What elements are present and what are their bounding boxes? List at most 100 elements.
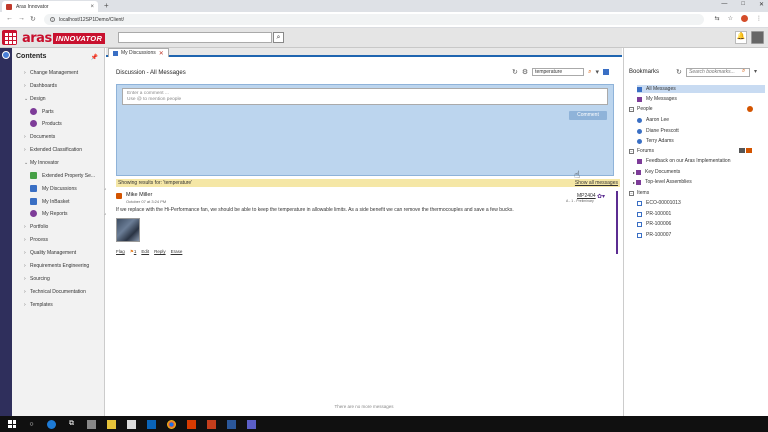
url-field[interactable]: i localhost/12SP1Demo/Client/: [44, 14, 704, 25]
profile-avatar-icon[interactable]: [741, 15, 748, 22]
forum-actions-icon[interactable]: [739, 148, 752, 153]
back-icon[interactable]: ←: [6, 15, 13, 22]
bookmark-item[interactable]: PR-100006: [637, 221, 671, 227]
sidebar-item-my-reports[interactable]: My Reports↗: [30, 210, 108, 217]
collapse-icon[interactable]: −: [629, 148, 634, 154]
task-view-icon[interactable]: ⧉: [67, 420, 76, 429]
sidebar-item-requirements-engineering[interactable]: › Requirements Engineering: [24, 263, 89, 269]
menu-dots-icon[interactable]: ⋮: [756, 15, 762, 22]
sidebar-item-dashboards[interactable]: › Dashboards: [24, 83, 57, 89]
sidebar-item-design[interactable]: ⌄ Design: [24, 96, 46, 102]
navigation-toggle-icon[interactable]: [2, 51, 10, 59]
comment-input[interactable]: Enter a comment ... Use @ to mention peo…: [122, 88, 608, 105]
show-all-messages-link[interactable]: Show all messages: [575, 179, 618, 187]
expand-icon[interactable]: ▸: [633, 170, 635, 175]
minimize-icon[interactable]: —: [721, 1, 727, 8]
bookmark-forum[interactable]: ▸ Top-level Assemblies: [633, 179, 692, 185]
tab-close-icon[interactable]: ✕: [159, 50, 164, 57]
maximize-icon[interactable]: □: [741, 1, 745, 8]
sidebar-item-technical-documentation[interactable]: › Technical Documentation: [24, 289, 86, 295]
dropdown-icon[interactable]: ▾: [754, 68, 757, 75]
edge-icon[interactable]: [47, 419, 56, 429]
reply-link[interactable]: Reply: [154, 249, 166, 255]
search-icon[interactable]: ○: [27, 420, 36, 429]
sidebar-item-products[interactable]: Products: [30, 120, 62, 127]
refresh-icon[interactable]: ↻: [512, 68, 518, 76]
bookmark-item[interactable]: ECO-00001013: [637, 200, 681, 206]
share-icon[interactable]: ⇆: [715, 15, 720, 22]
collapse-icon[interactable]: −: [629, 190, 634, 196]
reload-icon[interactable]: ↻: [30, 15, 36, 23]
sidebar-item-extended-property[interactable]: Extended Property Se...: [30, 172, 95, 179]
word-icon[interactable]: [227, 419, 236, 429]
sidebar-item-templates[interactable]: › Templates: [24, 302, 53, 308]
collapse-icon[interactable]: −: [629, 106, 634, 112]
windows-start-icon[interactable]: [8, 420, 16, 428]
search-icon[interactable]: ⌕: [588, 69, 591, 76]
erase-link[interactable]: Erase: [171, 249, 183, 255]
expand-icon[interactable]: ▸: [633, 180, 635, 185]
sidebar-item-label: My InBasket: [42, 198, 70, 205]
bookmark-item[interactable]: PR-100007: [637, 232, 671, 238]
bookmark-section-forums[interactable]: − Forums: [629, 148, 764, 154]
store-icon[interactable]: [87, 419, 96, 429]
sidebar-item-quality-management[interactable]: › Quality Management: [24, 250, 76, 256]
bookmark-forum[interactable]: Feedback on our Aras Implementation: [637, 158, 731, 164]
mail-icon[interactable]: [127, 419, 136, 429]
sidebar-item-my-inbasket[interactable]: My InBasket: [30, 198, 70, 205]
sidebar-item-my-innovator[interactable]: ⌄ My Innovator: [24, 160, 59, 166]
pin-icon[interactable]: 📌: [91, 54, 98, 61]
app-grid-icon[interactable]: [2, 30, 17, 45]
sidebar-item-extended-classification[interactable]: › Extended Classification: [24, 147, 82, 153]
sidebar-item-parts[interactable]: Parts: [30, 108, 54, 115]
bookmark-person[interactable]: Diane Prescott: [637, 128, 679, 134]
bookmark-star-icon[interactable]: ☆: [728, 15, 733, 22]
sidebar-item-documents[interactable]: › Documents: [24, 134, 55, 140]
bookmark-label: PR-100006: [646, 221, 672, 227]
bookmark-forum[interactable]: ▸ Key Documents: [633, 169, 680, 175]
close-icon[interactable]: ×: [90, 4, 94, 10]
bookmark-section-items[interactable]: − Items: [629, 190, 649, 196]
chrome-icon[interactable]: [167, 419, 176, 429]
sidebar-item-change-management[interactable]: › Change Management: [24, 70, 78, 76]
post-options-icon[interactable]: ✿▾: [597, 193, 605, 200]
user-avatar[interactable]: [751, 31, 764, 44]
bookmark-section-people[interactable]: − People: [629, 106, 764, 112]
refresh-icon[interactable]: ↻: [676, 68, 682, 76]
bookmark-my-messages[interactable]: My Messages: [637, 96, 677, 102]
global-search-input[interactable]: [118, 32, 272, 43]
bookmark-all-messages[interactable]: All Messages: [637, 85, 765, 93]
bookmark-item[interactable]: PR-100001: [637, 211, 671, 217]
search-icon[interactable]: ⌕: [273, 32, 284, 43]
window-close-icon[interactable]: ✕: [759, 1, 764, 8]
outlook-icon[interactable]: [147, 419, 156, 429]
tab-my-discussions[interactable]: My Discussions ✕: [108, 48, 169, 57]
post-attachment-image[interactable]: [116, 218, 140, 242]
bookmarks-search-input[interactable]: Search bookmarks...: [686, 68, 750, 77]
sidebar-item-sourcing[interactable]: › Sourcing: [24, 276, 50, 282]
sidebar-item-portfolio[interactable]: › Portfolio: [24, 224, 48, 230]
forward-icon[interactable]: →: [18, 15, 25, 22]
comment-button[interactable]: Comment: [569, 111, 607, 120]
new-tab-icon[interactable]: +: [104, 1, 109, 10]
browser-tab[interactable]: Aras Innovator ×: [2, 1, 98, 12]
sidebar-item-process[interactable]: › Process: [24, 237, 48, 243]
filter-settings-icon[interactable]: ⚙: [522, 68, 528, 76]
flag-link[interactable]: Flag: [116, 249, 125, 255]
powerpoint-icon[interactable]: [207, 419, 216, 429]
post-item-version: A - 1 - Preliminary: [566, 199, 594, 203]
office-icon[interactable]: [187, 419, 196, 429]
notifications-icon[interactable]: 🔔: [735, 31, 747, 44]
search-icon[interactable]: ⌕: [742, 68, 745, 75]
bookmark-person[interactable]: Terry Adams: [637, 138, 674, 144]
view-options-icon[interactable]: [603, 69, 610, 75]
add-person-icon[interactable]: [747, 106, 753, 112]
post-author[interactable]: Mike Miller: [126, 192, 152, 198]
edit-link[interactable]: Edit: [141, 249, 149, 255]
discussion-search-input[interactable]: temperature: [532, 68, 585, 76]
dropdown-icon[interactable]: ▾: [596, 68, 600, 76]
sidebar-item-my-discussions[interactable]: My Discussions↗: [30, 185, 108, 192]
file-explorer-icon[interactable]: [107, 419, 116, 429]
bookmark-person[interactable]: Aaron Lee: [637, 117, 669, 123]
teams-icon[interactable]: [247, 419, 256, 429]
